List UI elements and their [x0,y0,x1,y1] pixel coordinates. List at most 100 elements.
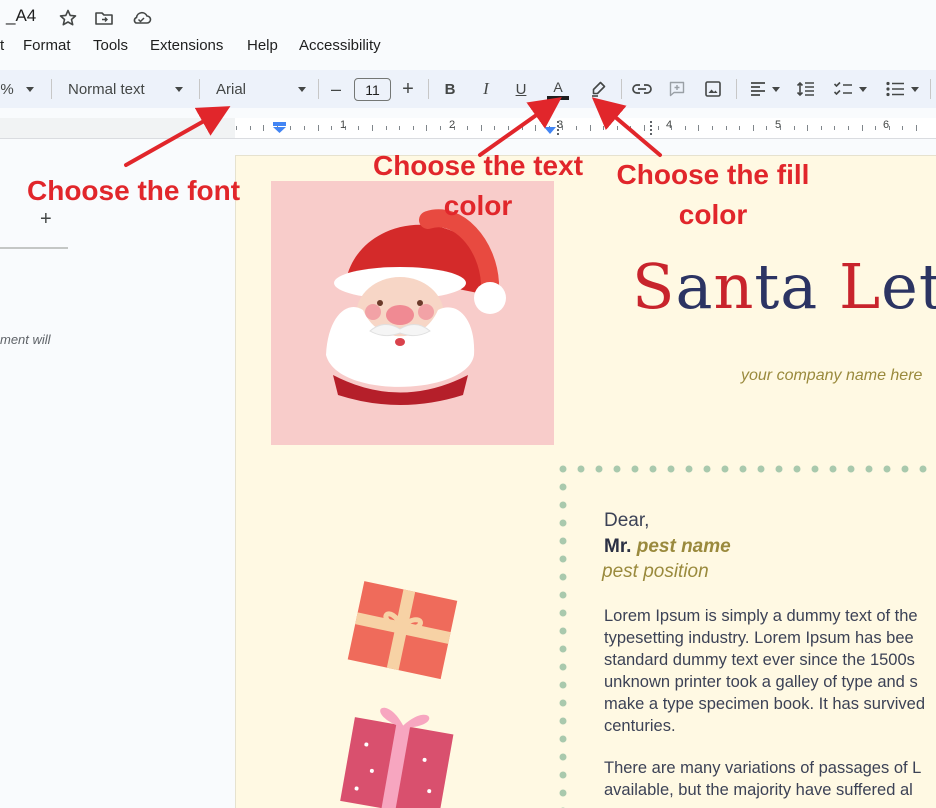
ruler-tick [576,126,577,130]
text-color-button[interactable]: A [544,70,572,108]
bold-icon: B [444,80,456,98]
underline-button[interactable]: U [511,70,531,108]
ruler-tick [399,126,400,130]
ruler-tick [739,126,740,130]
ruler-tick [590,125,591,131]
zoom-select[interactable]: % [0,70,14,108]
ruler-tick [617,126,618,130]
company-name-placeholder[interactable]: your company name here [741,367,922,385]
ruler-tick [698,125,699,131]
checklist-select[interactable] [828,70,872,108]
align-left-icon [750,82,765,96]
letter-greeting[interactable]: Dear, [604,510,649,532]
letter-paragraph-2[interactable]: There are many variations of passages of… [604,757,921,801]
menu-bar: t Format Tools Extensions Help Accessibi… [0,34,936,58]
title-segment: S [632,250,676,323]
chevron-down-icon [174,86,183,92]
ruler-number: 4 [666,119,673,131]
menu-item-format[interactable]: Format [23,37,71,54]
left-indent-marker[interactable] [272,121,288,135]
letter-salutation[interactable]: Mr. pest name [604,536,731,558]
menu-item-accessibility[interactable]: Accessibility [299,37,381,54]
cloud-saved-icon[interactable] [130,8,152,28]
ruler-tick [426,125,427,131]
chevron-down-icon [911,86,919,92]
ruler-tick [712,126,713,130]
add-comment-button[interactable] [666,70,688,108]
document-title[interactable]: _A4 [6,6,36,26]
italic-icon: I [483,79,489,98]
tab-stop-marker[interactable] [650,121,656,135]
toolbar-divider [930,79,931,99]
insert-link-button[interactable] [630,70,654,108]
ruler-tick [250,126,251,130]
star-icon[interactable] [58,8,78,28]
menu-item-edit-fragment[interactable]: t [0,37,4,54]
tab-stop-marker[interactable] [557,121,563,135]
font-select[interactable]: Arial [208,70,308,108]
ruler-tick [685,126,686,130]
ruler-tick [358,126,359,130]
letter-title[interactable]: Santa Letter [632,250,936,323]
line-spacing-button[interactable] [794,70,818,108]
highlight-color-button[interactable] [586,70,610,108]
chevron-down-icon [771,86,780,92]
image-icon [705,81,721,97]
bulleted-list-select[interactable] [880,70,924,108]
zoom-value: % [0,80,14,98]
ruler-tick [834,126,835,130]
paragraph-line: There are many variations of passages of… [604,759,922,777]
ruler-tick [848,126,849,130]
paragraph-line: make a type specimen book. It has surviv… [604,695,925,713]
text-color-icon: A [553,79,563,95]
ruler-tick [807,125,808,131]
italic-button[interactable]: I [476,70,496,108]
paragraph-style-select[interactable]: Normal text [60,70,190,108]
bulleted-list-icon [886,81,904,97]
paragraph-line: centuries. [604,717,676,735]
ruler-tick [535,125,536,131]
add-tab-button[interactable]: + [40,208,52,231]
toolbar: % Normal text Arial – + B I U A [0,70,936,108]
document-tabs-panel [0,139,234,808]
ruler-tick [753,125,754,131]
decrease-font-size-button[interactable]: – [326,70,346,108]
title-bar: _A4 [0,0,936,34]
google-docs-window: _A4 t Format Tools Extensions Help Acces… [0,0,936,808]
bold-button[interactable]: B [440,70,460,108]
insert-image-button[interactable] [702,70,724,108]
move-to-folder-icon[interactable] [94,8,114,28]
letter-paragraph-1[interactable]: Lorem Ipsum is simply a dummy text of th… [604,605,925,737]
font-size-input[interactable]: 11 [354,78,391,101]
panel-divider [0,247,68,249]
annotation-fill-color-line2: color [678,199,748,230]
increase-font-size-button[interactable]: + [398,70,418,108]
recipient-position[interactable]: pest position [602,561,709,583]
paragraph-style-value: Normal text [68,80,145,98]
align-select[interactable] [744,70,784,108]
ruler-tick [916,125,917,131]
paragraph-line: Lorem Ipsum is simply a dummy text of th… [604,607,918,625]
ruler-tick [644,125,645,131]
ruler-tick [630,126,631,130]
chevron-down-icon [298,86,307,92]
menu-item-tools[interactable]: Tools [93,37,128,54]
outline-hint-text: ment will [0,332,51,347]
menu-item-help[interactable]: Help [247,37,278,54]
ruler-tick [236,126,237,130]
gift-box-illustration [347,581,458,680]
annotation-choose-font: Choose the font [27,175,241,206]
title-segment: n [713,250,755,323]
minus-icon: – [330,78,341,99]
line-spacing-icon [796,81,814,97]
ruler-tick [726,126,727,130]
ruler-tick [766,126,767,130]
menu-item-extensions[interactable]: Extensions [150,37,223,54]
santa-face-illustration[interactable] [318,205,518,405]
right-indent-marker[interactable] [543,126,557,136]
ruler-tick [862,125,863,131]
ruler-tick [794,126,795,130]
ruler-tick [290,126,291,130]
zoom-dropdown-caret[interactable] [22,70,38,108]
title-segment: L [838,250,882,323]
